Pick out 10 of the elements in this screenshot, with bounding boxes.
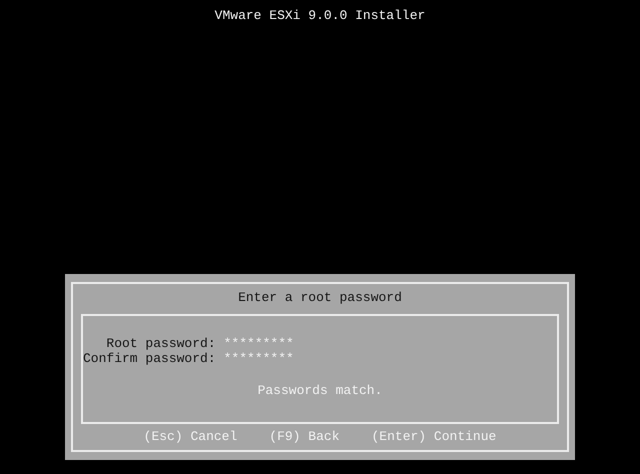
key-action[interactable]: (F9) Back: [269, 429, 340, 445]
field-label: Confirm password:: [83, 351, 216, 366]
key-action[interactable]: (Esc) Cancel: [144, 429, 238, 445]
installer-title: VMware ESXi 9.0.0 Installer: [214, 8, 426, 24]
password-field[interactable]: *********: [224, 351, 294, 366]
password-field[interactable]: *********: [224, 336, 294, 351]
key-action[interactable]: (Enter) Continue: [372, 429, 496, 445]
field-label: Root password:: [105, 336, 216, 351]
status-message: Passwords match.: [256, 383, 384, 399]
dialog-title: Enter a root password: [238, 290, 402, 306]
